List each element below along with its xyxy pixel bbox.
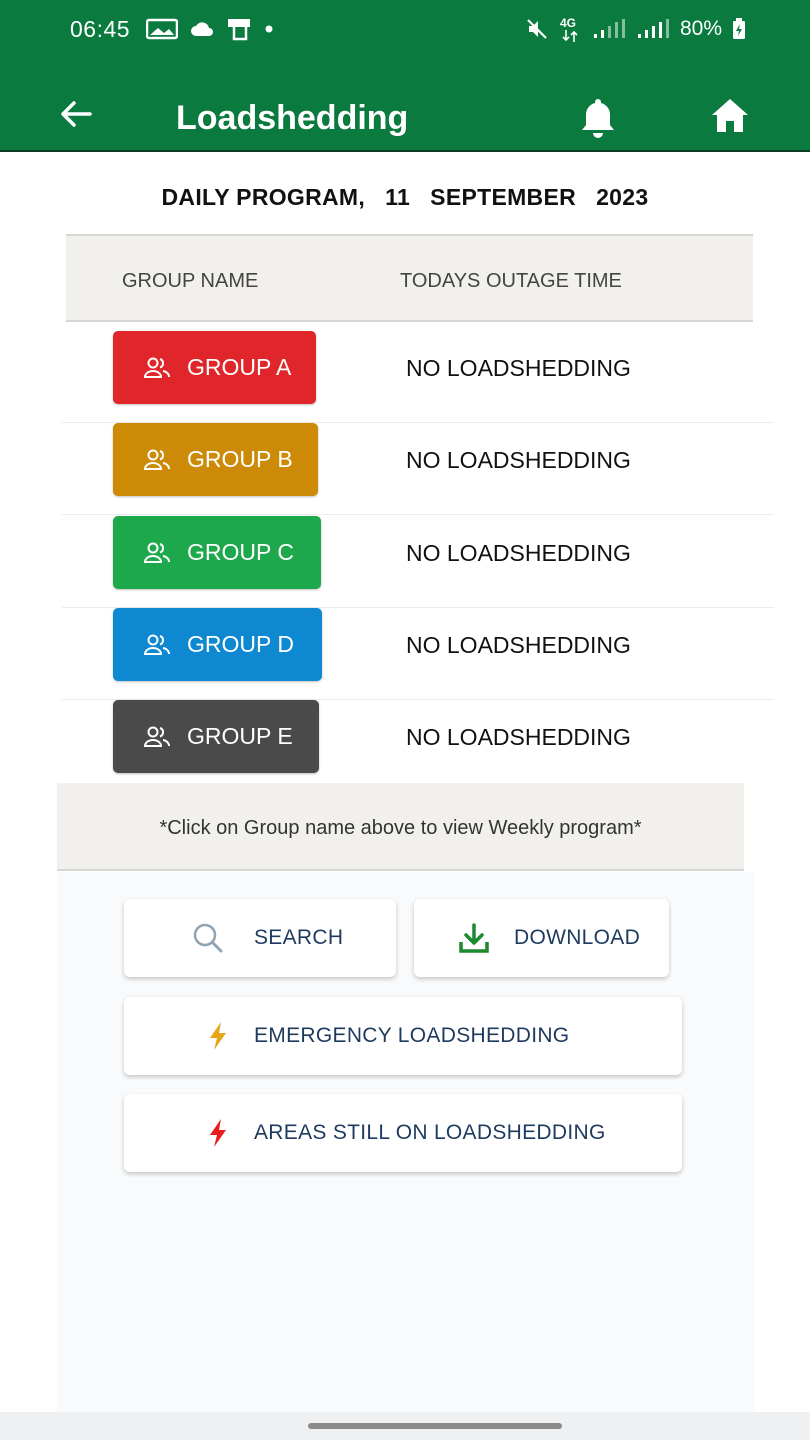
status-left-icons [146, 17, 274, 41]
search-icon [193, 923, 223, 953]
group-people-icon [143, 357, 171, 378]
emergency-loadshedding-button[interactable]: EMERGENCY LOADSHEDDING [124, 997, 682, 1075]
program-day: 11 [385, 184, 411, 210]
program-month: SEPTEMBER [430, 184, 577, 210]
back-button[interactable] [56, 94, 96, 134]
battery-percent: 80% [679, 17, 722, 40]
lightning-icon [210, 1119, 226, 1147]
system-navigation-bar [0, 1412, 810, 1440]
outage-time: NO LOADSHEDDING [406, 540, 631, 566]
cast-icon [228, 19, 250, 41]
hint-text: *Click on Group name above to view Weekl… [159, 817, 642, 839]
program-year: 2023 [596, 184, 649, 210]
group-a-button[interactable]: GROUP A [113, 331, 316, 404]
group-c-button[interactable]: GROUP C [113, 516, 321, 589]
daily-program-heading: DAILY PROGRAM, 11 SEPTEMBER 2023 [0, 184, 810, 211]
group-e-button[interactable]: GROUP E [113, 700, 319, 773]
column-header-group: GROUP NAME [122, 270, 259, 292]
gallery-icon [146, 18, 178, 40]
status-right-icons: 4G 80% [526, 16, 746, 42]
outage-time: NO LOADSHEDDING [406, 447, 631, 473]
table-row: GROUP D NO LOADSHEDDING [62, 608, 774, 700]
areas-still-on-loadshedding-button[interactable]: AREAS STILL ON LOADSHEDDING [124, 1094, 682, 1172]
group-people-icon [143, 726, 171, 747]
toolbar: Loadshedding [0, 80, 810, 152]
page-title: Loadshedding [176, 99, 409, 137]
outage-time: NO LOADSHEDDING [406, 355, 631, 381]
group-label: GROUP A [187, 354, 292, 380]
outage-time: NO LOADSHEDDING [406, 724, 631, 750]
status-bar: 06:45 4G 80% [0, 0, 810, 62]
signal-icon [637, 19, 669, 38]
network-label: 4G [559, 16, 576, 30]
table-row: GROUP C NO LOADSHEDDING [62, 516, 774, 608]
network-type: 4G [558, 16, 582, 42]
group-people-icon [143, 449, 171, 470]
search-button[interactable]: SEARCH [124, 899, 396, 977]
group-d-button[interactable]: GROUP D [113, 608, 322, 681]
home-gesture-handle[interactable] [308, 1423, 562, 1429]
dot-icon [265, 25, 273, 33]
table-row: GROUP E NO LOADSHEDDING [62, 700, 774, 792]
battery-charging-icon [733, 18, 745, 39]
download-icon [459, 923, 489, 953]
emergency-label: EMERGENCY LOADSHEDDING [254, 1024, 570, 1047]
group-b-button[interactable]: GROUP B [113, 423, 318, 496]
weekly-program-hint: *Click on Group name above to view Weekl… [57, 783, 744, 871]
bell-icon [582, 99, 614, 138]
download-button[interactable]: DOWNLOAD [414, 899, 669, 977]
group-label: GROUP D [187, 631, 294, 657]
group-people-icon [143, 634, 171, 655]
group-label: GROUP B [187, 446, 293, 472]
home-button[interactable] [708, 96, 752, 136]
table-row: GROUP B NO LOADSHEDDING [62, 423, 774, 515]
app-bar: 06:45 4G 80% Loadshedding [0, 0, 810, 152]
cloud-icon [191, 22, 213, 36]
arrow-left-icon [61, 101, 92, 127]
table-row: GROUP A NO LOADSHEDDING [62, 331, 774, 423]
group-people-icon [143, 542, 171, 563]
search-label: SEARCH [254, 926, 344, 949]
status-time: 06:45 [70, 16, 131, 42]
data-arrows-icon [562, 30, 578, 42]
column-header-outage: TODAYS OUTAGE TIME [400, 270, 622, 292]
outage-time: NO LOADSHEDDING [406, 632, 631, 658]
lightning-icon [210, 1022, 226, 1050]
download-label: DOWNLOAD [514, 926, 641, 949]
program-label: DAILY PROGRAM, [161, 184, 366, 210]
group-label: GROUP C [187, 539, 294, 565]
areas-label: AREAS STILL ON LOADSHEDDING [254, 1121, 606, 1144]
table-header: GROUP NAME TODAYS OUTAGE TIME [66, 234, 753, 322]
signal-weak-icon [593, 19, 625, 38]
notifications-button[interactable] [578, 96, 618, 140]
group-label: GROUP E [187, 723, 293, 749]
home-icon [712, 99, 748, 132]
mute-icon [527, 19, 547, 39]
